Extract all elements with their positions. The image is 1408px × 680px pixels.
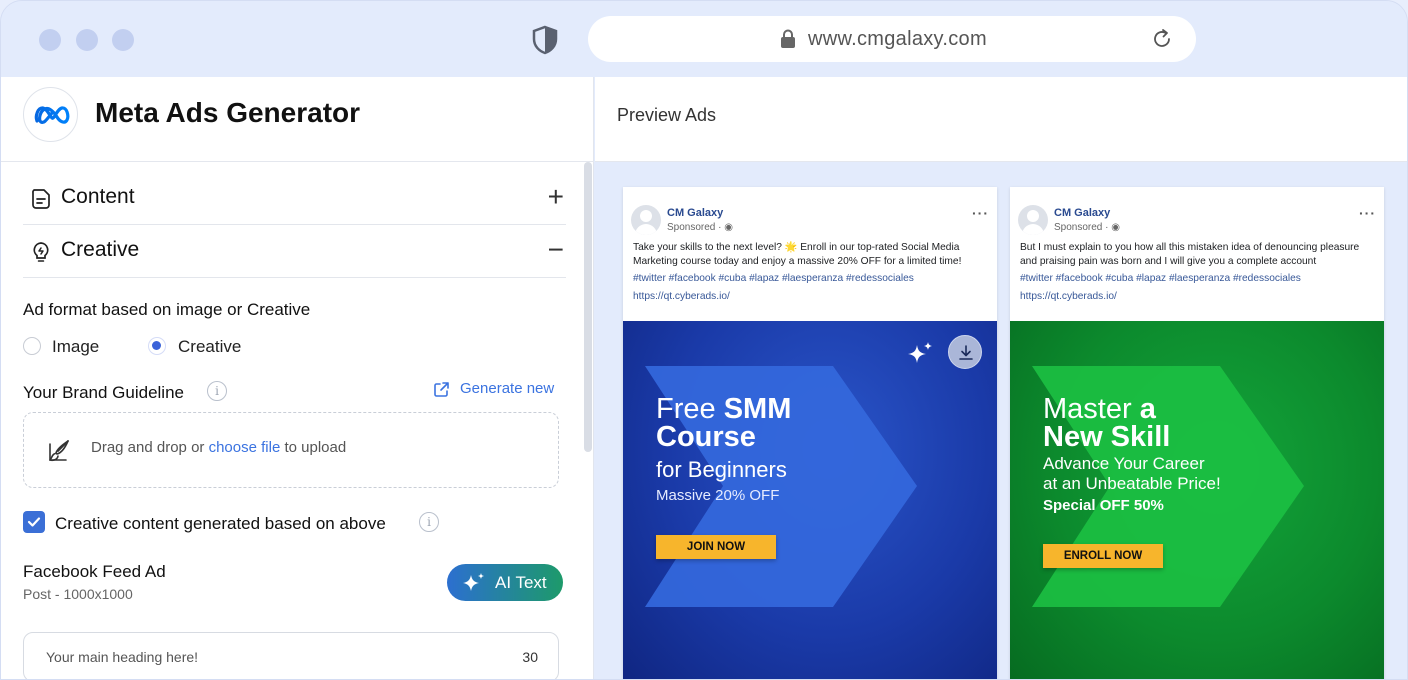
ai-sparkle-icon[interactable] bbox=[906, 341, 934, 367]
window-control-close[interactable] bbox=[39, 29, 61, 51]
ai-text-button[interactable]: AI Text bbox=[447, 564, 563, 601]
ad-sponsored-label: Sponsored · ◉ bbox=[1054, 222, 1120, 233]
generate-new-label: Generate new bbox=[460, 380, 555, 397]
window-control-minimize[interactable] bbox=[76, 29, 98, 51]
info-icon[interactable]: i bbox=[207, 381, 227, 401]
creative-content-checkbox-label: Creative content generated based on abov… bbox=[55, 514, 386, 533]
headline-bold-line2: Course bbox=[656, 421, 756, 453]
creative-bulb-icon bbox=[33, 242, 49, 262]
more-options-icon[interactable]: ··· bbox=[972, 205, 989, 221]
character-counter: 30 bbox=[522, 649, 538, 665]
ad-creative-image: Master a New Skill Advance Your Career at… bbox=[1010, 321, 1384, 679]
creative-subline-2: at an Unbeatable Price! bbox=[1043, 474, 1221, 493]
globe-icon: ◉ bbox=[724, 222, 733, 233]
creative-subline: Advance Your Career bbox=[1043, 454, 1205, 473]
creative-headline: Free SMM Course bbox=[656, 395, 791, 453]
generator-panel: Meta Ads Generator Content + Creative − … bbox=[1, 77, 594, 679]
ad-format-label: Ad format based on image or Creative bbox=[23, 300, 311, 319]
panel-header: Meta Ads Generator bbox=[1, 77, 594, 162]
accordion-creative-label: Creative bbox=[61, 238, 140, 261]
ad-creative-image: Free SMM Course for Beginners Massive 20%… bbox=[623, 321, 997, 679]
address-url: www.cmgalaxy.com bbox=[808, 28, 987, 50]
brand-guideline-label: Your Brand Guideline bbox=[23, 383, 184, 402]
preview-title: Preview Ads bbox=[617, 105, 717, 125]
more-options-icon[interactable]: ··· bbox=[1359, 205, 1376, 221]
shield-icon[interactable] bbox=[531, 25, 559, 55]
creative-content-checkbox[interactable] bbox=[23, 511, 45, 533]
ad-hashtags[interactable]: #twitter #facebook #cuba #lapaz #laesper… bbox=[1020, 273, 1376, 284]
upload-brush-icon bbox=[49, 440, 69, 462]
lock-icon bbox=[781, 29, 795, 48]
collapse-icon[interactable]: − bbox=[548, 232, 564, 268]
ad-link[interactable]: https://qt.cyberads.io/ bbox=[633, 291, 730, 302]
globe-icon: ◉ bbox=[1111, 222, 1120, 233]
ad-link[interactable]: https://qt.cyberads.io/ bbox=[1020, 291, 1117, 302]
ad-type-title: Facebook Feed Ad bbox=[23, 562, 166, 581]
upload-dropzone[interactable]: Drag and drop or choose file to upload bbox=[23, 412, 559, 488]
document-icon bbox=[32, 189, 50, 209]
external-link-icon bbox=[434, 382, 449, 397]
preview-header: Preview Ads bbox=[595, 77, 1407, 162]
ad-preview-card: CM Galaxy Sponsored · ◉ ··· But I must e… bbox=[1010, 187, 1384, 679]
app-title: Meta Ads Generator bbox=[95, 97, 361, 128]
accordion-content-label: Content bbox=[61, 185, 135, 208]
creative-headline: Master a New Skill bbox=[1043, 395, 1171, 453]
reload-icon[interactable] bbox=[1151, 28, 1173, 50]
browser-window: www.cmgalaxy.com Meta Ads Generator Cont… bbox=[0, 0, 1408, 680]
scrollbar[interactable] bbox=[584, 162, 592, 452]
ad-preview-card: CM Galaxy Sponsored · ◉ ··· Take your sk… bbox=[623, 187, 997, 679]
accordion-content[interactable]: Content + bbox=[23, 173, 566, 225]
main-heading-placeholder: Your main heading here! bbox=[46, 649, 199, 665]
choose-file-link[interactable]: choose file bbox=[209, 439, 281, 456]
expand-icon[interactable]: + bbox=[548, 179, 564, 215]
sponsored-text: Sponsored · bbox=[667, 222, 725, 233]
ai-text-label: AI Text bbox=[495, 573, 547, 592]
radio-image[interactable] bbox=[23, 337, 41, 355]
creative-subline: for Beginners bbox=[656, 457, 787, 482]
download-icon bbox=[959, 345, 973, 360]
meta-logo-icon bbox=[23, 87, 78, 142]
ad-type-size: Post - 1000x1000 bbox=[23, 586, 133, 602]
browser-titlebar: www.cmgalaxy.com bbox=[1, 1, 1407, 77]
creative-cta-button: JOIN NOW bbox=[656, 535, 776, 559]
avatar bbox=[1018, 205, 1048, 235]
ad-body-text: Take your skills to the next level? 🌟 En… bbox=[633, 242, 962, 267]
info-icon[interactable]: i bbox=[419, 512, 439, 532]
radio-creative[interactable] bbox=[148, 337, 166, 355]
main-heading-input[interactable]: Your main heading here! 30 bbox=[23, 632, 559, 679]
address-bar[interactable]: www.cmgalaxy.com bbox=[588, 16, 1196, 62]
creative-cta-button: ENROLL NOW bbox=[1043, 544, 1163, 568]
ad-body-text: But I must explain to you how all this m… bbox=[1020, 242, 1360, 267]
ad-hashtags[interactable]: #twitter #facebook #cuba #lapaz #laesper… bbox=[633, 273, 989, 284]
window-control-maximize[interactable] bbox=[112, 29, 134, 51]
upload-suffix: to upload bbox=[280, 439, 347, 456]
ad-page-name[interactable]: CM Galaxy bbox=[667, 207, 723, 219]
download-button[interactable] bbox=[948, 335, 982, 369]
creative-offer: Massive 20% OFF bbox=[656, 487, 780, 504]
upload-instructions: Drag and drop or choose file to upload bbox=[91, 439, 346, 456]
ad-page-name[interactable]: CM Galaxy bbox=[1054, 207, 1110, 219]
creative-offer: Special OFF 50% bbox=[1043, 497, 1164, 514]
checkmark-icon bbox=[27, 517, 41, 527]
radio-image-label: Image bbox=[52, 337, 100, 356]
upload-prefix: Drag and drop or bbox=[91, 439, 209, 456]
radio-creative-label: Creative bbox=[178, 337, 242, 356]
sponsored-text: Sponsored · bbox=[1054, 222, 1112, 233]
ad-sponsored-label: Sponsored · ◉ bbox=[667, 222, 733, 233]
headline-bold-line2: New Skill bbox=[1043, 421, 1171, 453]
avatar bbox=[631, 205, 661, 235]
accordion-creative[interactable]: Creative − bbox=[23, 226, 566, 278]
sparkle-icon bbox=[463, 573, 484, 591]
